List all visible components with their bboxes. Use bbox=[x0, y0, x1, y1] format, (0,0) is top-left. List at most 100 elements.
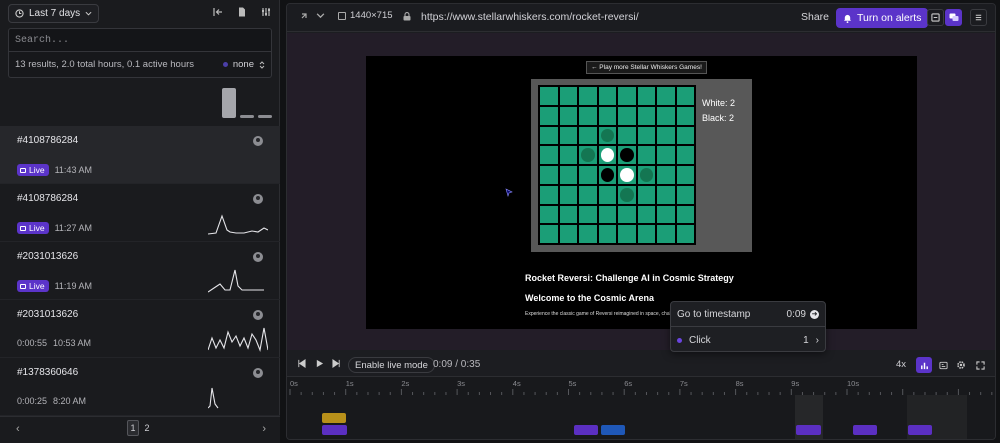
board-cell[interactable] bbox=[540, 185, 558, 204]
board-cell[interactable] bbox=[540, 146, 558, 164]
menu-icon[interactable] bbox=[970, 9, 987, 26]
board-cell[interactable] bbox=[676, 166, 694, 184]
board-cell[interactable] bbox=[579, 126, 597, 145]
board-cell[interactable] bbox=[657, 185, 675, 204]
board-cell[interactable] bbox=[618, 106, 636, 125]
turn-on-alerts-button[interactable]: Turn on alerts bbox=[836, 8, 929, 28]
gear-icon[interactable] bbox=[953, 357, 969, 373]
play-icon[interactable] bbox=[315, 359, 324, 370]
board-cell[interactable] bbox=[540, 87, 558, 105]
timeline-view-icon[interactable] bbox=[935, 357, 951, 373]
board-cell[interactable] bbox=[676, 146, 694, 164]
filter-sliders-icon[interactable] bbox=[260, 5, 272, 17]
page-url[interactable]: https://www.stellarwhiskers.com/rocket-r… bbox=[421, 11, 639, 23]
timeline-event-marker[interactable] bbox=[796, 425, 821, 435]
play-more-games-link[interactable]: ← Play more Stellar Whiskers Games! bbox=[586, 61, 707, 74]
board-cell[interactable] bbox=[559, 106, 577, 125]
board-cell[interactable] bbox=[637, 185, 655, 204]
comments-icon[interactable] bbox=[945, 9, 962, 26]
board-cell[interactable] bbox=[618, 166, 636, 184]
board-cell[interactable] bbox=[559, 185, 577, 204]
board-cell[interactable] bbox=[559, 146, 577, 164]
session-item[interactable]: #2031013626 0:00:55 10:53 AM bbox=[0, 300, 280, 358]
board-cell[interactable] bbox=[598, 106, 616, 125]
board-cell[interactable] bbox=[657, 106, 675, 125]
board-cell[interactable] bbox=[637, 146, 655, 164]
board-cell[interactable] bbox=[559, 225, 577, 243]
board-cell[interactable] bbox=[676, 225, 694, 243]
session-item[interactable]: #4108786284 Live 11:43 AM bbox=[0, 126, 280, 184]
timeline-event-marker[interactable] bbox=[908, 425, 932, 435]
click-event-row[interactable]: Click 1 › bbox=[671, 328, 825, 353]
session-item[interactable]: #4108786284 Live 11:27 AM bbox=[0, 184, 280, 242]
board-cell[interactable] bbox=[676, 126, 694, 145]
collapse-panel-icon[interactable] bbox=[212, 5, 224, 17]
board-cell[interactable] bbox=[559, 126, 577, 145]
timeline-event-marker[interactable] bbox=[601, 425, 625, 435]
timeline-event-marker[interactable] bbox=[574, 425, 598, 435]
board-cell[interactable] bbox=[657, 126, 675, 145]
board-cell[interactable] bbox=[540, 126, 558, 145]
board-cell[interactable] bbox=[559, 205, 577, 224]
board-cell[interactable] bbox=[559, 87, 577, 105]
board-cell[interactable] bbox=[540, 106, 558, 125]
session-item[interactable]: #1378360646 0:00:25 8:20 AM bbox=[0, 358, 280, 416]
recorded-page-viewport[interactable]: ← Play more Stellar Whiskers Games! Whit… bbox=[366, 56, 917, 329]
skip-back-icon[interactable] bbox=[297, 359, 306, 370]
page-button-2[interactable]: 2 bbox=[141, 420, 153, 436]
board-cell[interactable] bbox=[676, 205, 694, 224]
board-cell[interactable] bbox=[598, 185, 616, 204]
fullscreen-icon[interactable] bbox=[972, 357, 988, 373]
board-cell[interactable] bbox=[637, 126, 655, 145]
board-cell[interactable] bbox=[657, 225, 675, 243]
board-cell[interactable] bbox=[559, 166, 577, 184]
board-cell[interactable] bbox=[579, 106, 597, 125]
board-cell[interactable] bbox=[637, 87, 655, 105]
board-cell[interactable] bbox=[540, 205, 558, 224]
board-cell[interactable] bbox=[598, 205, 616, 224]
board-cell[interactable] bbox=[618, 225, 636, 243]
timeline-event-marker[interactable] bbox=[322, 413, 346, 423]
board-cell[interactable] bbox=[540, 166, 558, 184]
reversi-board[interactable] bbox=[538, 85, 696, 245]
page-button-1[interactable]: 1 bbox=[127, 420, 139, 436]
board-cell[interactable] bbox=[618, 205, 636, 224]
board-cell[interactable] bbox=[637, 225, 655, 243]
board-cell[interactable] bbox=[618, 126, 636, 145]
prev-page-button[interactable]: ‹ bbox=[16, 423, 20, 435]
board-cell[interactable] bbox=[676, 106, 694, 125]
timeline-event-marker[interactable] bbox=[853, 425, 877, 435]
board-cell[interactable] bbox=[676, 87, 694, 105]
notes-icon[interactable] bbox=[927, 9, 944, 26]
playback-speed[interactable]: 4x bbox=[896, 359, 906, 370]
board-cell[interactable] bbox=[676, 185, 694, 204]
date-range-dropdown[interactable]: Last 7 days bbox=[8, 4, 100, 23]
share-button[interactable]: Share bbox=[801, 11, 829, 23]
board-cell[interactable] bbox=[618, 185, 636, 204]
board-cell[interactable] bbox=[657, 205, 675, 224]
board-cell[interactable] bbox=[618, 146, 636, 164]
board-cell[interactable] bbox=[598, 87, 616, 105]
board-cell[interactable] bbox=[598, 126, 616, 145]
board-cell[interactable] bbox=[579, 205, 597, 224]
board-cell[interactable] bbox=[657, 166, 675, 184]
skip-forward-icon[interactable] bbox=[332, 359, 341, 370]
enable-live-mode-button[interactable]: Enable live mode bbox=[348, 357, 435, 373]
board-cell[interactable] bbox=[598, 166, 616, 184]
board-cell[interactable] bbox=[579, 166, 597, 184]
board-cell[interactable] bbox=[579, 87, 597, 105]
board-cell[interactable] bbox=[657, 146, 675, 164]
stats-filter-select[interactable]: none bbox=[222, 59, 265, 70]
document-icon[interactable] bbox=[236, 5, 248, 17]
board-cell[interactable] bbox=[637, 205, 655, 224]
search-input[interactable] bbox=[15, 34, 265, 46]
board-cell[interactable] bbox=[579, 185, 597, 204]
board-cell[interactable] bbox=[598, 225, 616, 243]
board-cell[interactable] bbox=[579, 225, 597, 243]
board-cell[interactable] bbox=[657, 87, 675, 105]
chevron-down-icon[interactable] bbox=[316, 11, 325, 23]
board-cell[interactable] bbox=[637, 106, 655, 125]
board-cell[interactable] bbox=[637, 166, 655, 184]
bar-chart-icon[interactable] bbox=[916, 357, 932, 373]
session-item[interactable]: #2031013626 Live 11:19 AM bbox=[0, 242, 280, 300]
